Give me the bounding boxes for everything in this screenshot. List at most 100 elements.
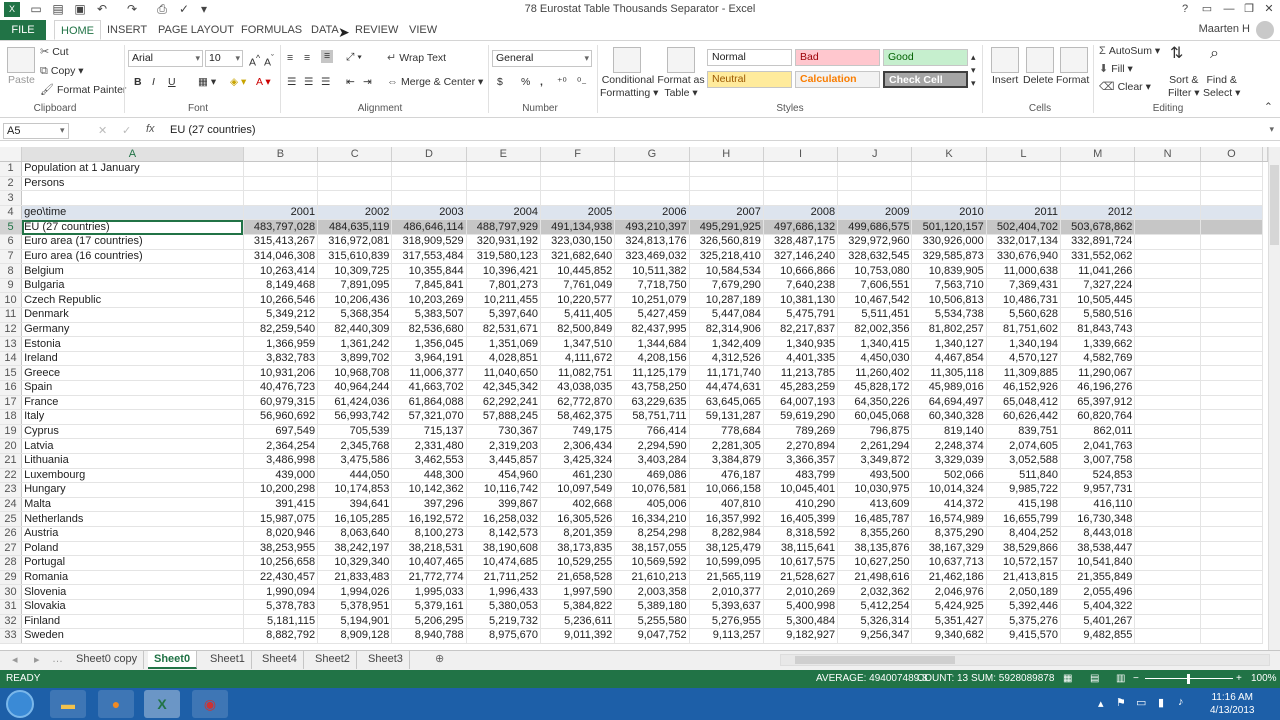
cell[interactable] <box>1134 380 1201 396</box>
cell[interactable]: 10,045,401 <box>763 482 839 498</box>
cell[interactable]: 9,957,731 <box>1060 482 1136 498</box>
cell[interactable]: 9,182,927 <box>763 628 839 644</box>
row-header[interactable]: 6 <box>0 234 23 250</box>
cell[interactable]: 10,329,340 <box>317 555 393 571</box>
cell[interactable] <box>1200 234 1264 250</box>
cell[interactable] <box>1200 205 1264 221</box>
cell[interactable]: 314,046,308 <box>243 249 319 265</box>
cell[interactable]: 319,580,123 <box>466 249 541 265</box>
styles-scroll-icon[interactable]: ▴ ▾ ▾ <box>971 51 976 90</box>
cell[interactable] <box>1200 307 1264 323</box>
cell[interactable]: 21,658,528 <box>540 570 616 586</box>
cell[interactable]: 5,383,507 <box>391 307 467 323</box>
column-header[interactable]: E <box>466 147 541 163</box>
cell[interactable]: 38,529,866 <box>986 541 1062 557</box>
borders-icon[interactable]: ▦ ▾ <box>198 76 216 89</box>
cell[interactable]: 7,679,290 <box>689 278 764 294</box>
cell[interactable] <box>1134 511 1201 527</box>
cell[interactable] <box>689 176 764 192</box>
cell[interactable] <box>1200 570 1264 586</box>
cell[interactable]: 1,340,415 <box>837 336 913 352</box>
column-header[interactable]: L <box>986 147 1062 163</box>
cell[interactable]: 11,041,266 <box>1060 263 1136 279</box>
cell[interactable]: Hungary <box>21 482 244 498</box>
cell[interactable]: 501,120,157 <box>911 219 987 236</box>
cell[interactable]: 3,832,783 <box>243 351 319 367</box>
cell[interactable]: Ireland <box>21 351 244 367</box>
row-header[interactable]: 17 <box>0 395 23 411</box>
cell[interactable]: 40,476,723 <box>243 380 319 396</box>
cell[interactable]: 38,135,876 <box>837 541 913 557</box>
cell[interactable]: 10,355,844 <box>391 263 467 279</box>
cell[interactable]: 21,610,213 <box>614 570 690 586</box>
cell[interactable]: 5,368,354 <box>317 307 393 323</box>
column-header[interactable]: M <box>1060 147 1136 163</box>
cell[interactable]: 10,511,382 <box>614 263 690 279</box>
sheet-tab[interactable]: Sheet4 <box>256 651 304 669</box>
start-button[interactable] <box>6 690 34 718</box>
cell[interactable]: 11,082,751 <box>540 365 616 381</box>
row-header[interactable]: 19 <box>0 424 23 440</box>
cell[interactable]: 82,531,671 <box>466 322 541 338</box>
cell[interactable]: 502,066 <box>911 468 987 484</box>
cell[interactable]: 11,305,118 <box>911 365 987 381</box>
cell[interactable] <box>1134 278 1201 294</box>
cell[interactable]: 10,505,445 <box>1060 292 1136 309</box>
cell[interactable]: 318,909,529 <box>391 234 467 250</box>
cell[interactable]: 11,260,402 <box>837 365 913 381</box>
cell[interactable]: 1,990,094 <box>243 584 319 600</box>
cell[interactable]: 502,404,702 <box>986 219 1062 236</box>
recorder-icon[interactable]: ◉ <box>192 690 228 718</box>
cell[interactable] <box>1134 584 1201 600</box>
row-header[interactable]: 3 <box>0 190 23 206</box>
row-header[interactable]: 2 <box>0 176 23 192</box>
cell[interactable] <box>614 176 690 192</box>
cell[interactable]: Malta <box>21 497 244 513</box>
cell[interactable] <box>1134 555 1201 571</box>
cell[interactable] <box>1200 614 1264 630</box>
cell[interactable] <box>911 176 987 192</box>
decrease-indent-icon[interactable]: ⇤ <box>346 76 355 89</box>
cell[interactable] <box>1060 190 1136 206</box>
cell[interactable]: 5,393,637 <box>689 599 764 615</box>
spreadsheet-grid[interactable]: ABCDEFGHIJKLMNO 1 Population at 1 January… <box>0 147 1268 650</box>
cell[interactable]: 1,339,662 <box>1060 336 1136 352</box>
number-format-select[interactable]: General <box>492 50 592 67</box>
cell[interactable] <box>911 161 987 177</box>
cell[interactable] <box>1200 395 1264 411</box>
cell[interactable]: 5,475,791 <box>763 307 839 323</box>
cell[interactable]: 495,291,925 <box>689 219 764 236</box>
cell[interactable]: 5,375,276 <box>986 614 1062 630</box>
cell[interactable]: 2,248,374 <box>911 438 987 454</box>
formula-input[interactable]: EU (27 countries) <box>170 124 256 136</box>
cell[interactable] <box>317 176 393 192</box>
cell[interactable]: 41,663,702 <box>391 380 467 396</box>
cell[interactable]: 59,131,287 <box>689 409 764 425</box>
cell[interactable] <box>1134 438 1201 454</box>
cell[interactable]: Czech Republic <box>21 292 244 309</box>
cell[interactable]: 488,797,929 <box>466 219 541 236</box>
cell[interactable]: 9,415,570 <box>986 628 1062 644</box>
cell[interactable]: 7,640,238 <box>763 278 839 294</box>
cell[interactable]: Denmark <box>21 307 244 323</box>
cell[interactable] <box>1200 541 1264 557</box>
cell[interactable]: 819,140 <box>911 424 987 440</box>
orientation-icon[interactable]: ⤢ ▾ <box>346 51 362 64</box>
cell[interactable] <box>1134 468 1201 484</box>
cell[interactable]: 3,329,039 <box>911 453 987 469</box>
cell[interactable] <box>1134 497 1201 513</box>
cell[interactable]: 10,529,255 <box>540 555 616 571</box>
volume-icon[interactable]: ♪ <box>1178 696 1184 708</box>
cell[interactable]: 705,539 <box>317 424 393 440</box>
cell[interactable]: 789,269 <box>763 424 839 440</box>
cell[interactable]: 21,772,774 <box>391 570 467 586</box>
add-sheet-icon[interactable]: ⊕ <box>435 652 444 665</box>
cell[interactable]: Romania <box>21 570 244 586</box>
cell[interactable] <box>1060 161 1136 177</box>
cell[interactable]: 11,171,740 <box>689 365 764 381</box>
cell[interactable]: 9,482,855 <box>1060 628 1136 644</box>
row-header[interactable]: 4 <box>0 205 23 221</box>
cell[interactable]: 413,609 <box>837 497 913 513</box>
cell[interactable] <box>540 176 616 192</box>
clock[interactable]: 11:16 AM 4/13/2013 <box>1210 691 1255 717</box>
